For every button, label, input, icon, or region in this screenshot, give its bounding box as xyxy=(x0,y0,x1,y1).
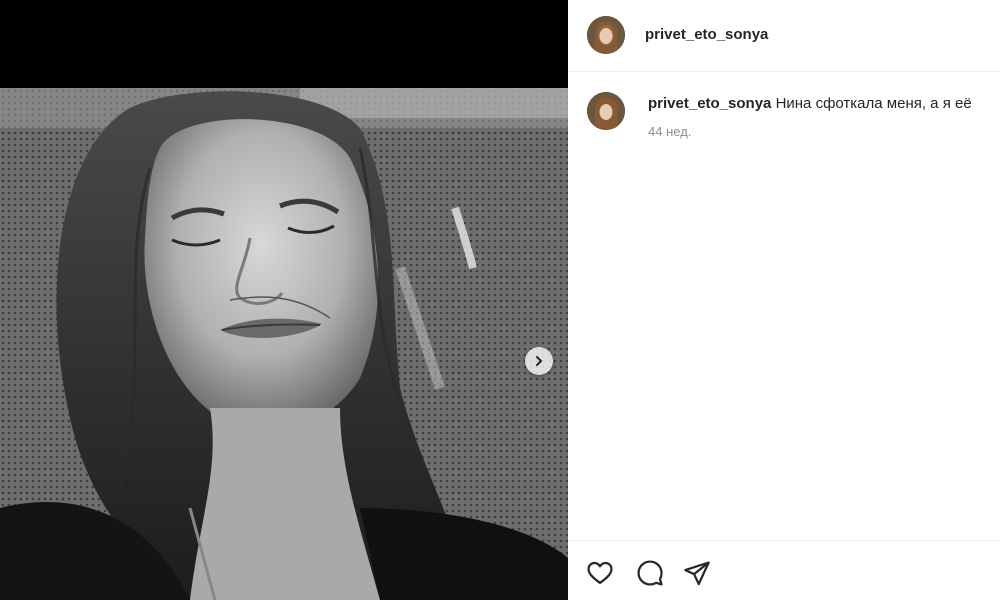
heart-icon xyxy=(587,561,613,585)
photo-image xyxy=(0,88,568,600)
next-photo-button[interactable] xyxy=(525,347,553,375)
caption: privet_eto_sonya Нина сфоткала меня, а я… xyxy=(648,95,1000,112)
caption-author-avatar[interactable] xyxy=(587,92,625,130)
chevron-right-icon xyxy=(536,356,542,366)
caption-username[interactable]: privet_eto_sonya xyxy=(648,95,771,112)
like-button[interactable] xyxy=(585,558,615,588)
author-avatar[interactable] xyxy=(587,16,625,54)
post-photo[interactable] xyxy=(0,88,568,600)
post-sidebar: privet_eto_sonya privet_eto_sonya Нина с… xyxy=(568,0,1000,600)
paper-plane-icon xyxy=(684,561,710,586)
author-username[interactable]: privet_eto_sonya xyxy=(645,26,768,43)
avatar-image xyxy=(587,92,625,130)
share-button[interactable] xyxy=(682,558,712,588)
avatar-image xyxy=(587,16,625,54)
post-timestamp[interactable]: 44 нед. xyxy=(648,124,691,139)
post-media xyxy=(0,0,568,600)
action-bar xyxy=(568,540,1000,601)
post-header: privet_eto_sonya xyxy=(568,0,1000,72)
comment-button[interactable] xyxy=(635,558,665,588)
caption-text: Нина сфоткала меня, а я её xyxy=(775,95,972,112)
comment-bubble-icon xyxy=(637,560,663,586)
